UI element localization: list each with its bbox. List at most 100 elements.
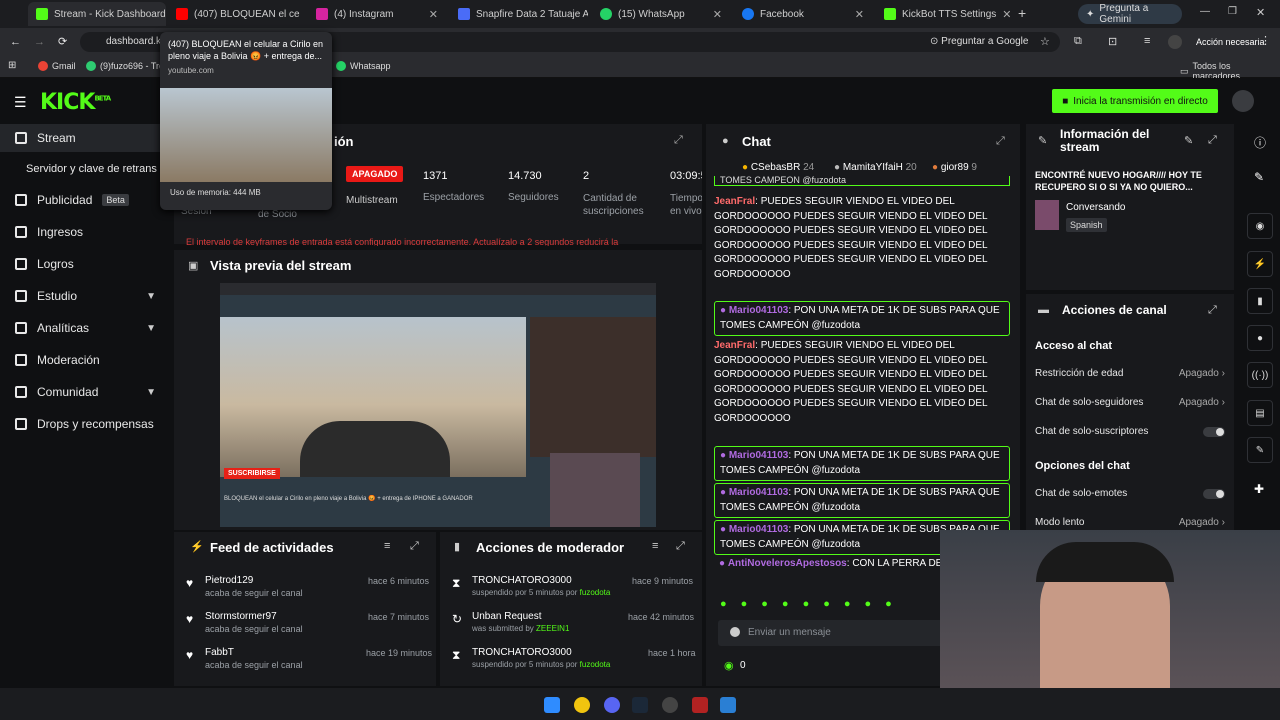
emoji-icon[interactable] (730, 627, 740, 637)
chat-message-highlighted[interactable]: ● Mario041103: PON UNA META DE 1K DE SUB… (714, 301, 1010, 336)
sidebar-item-ads[interactable]: Publicidad Beta (0, 186, 168, 214)
forward-icon[interactable]: → (34, 36, 45, 48)
sidebar-item-drops[interactable]: Drops y recompensas (0, 410, 168, 438)
sidebar-item-moderation[interactable]: Moderación (0, 346, 168, 374)
sidebar-item-stream[interactable]: Stream (0, 124, 168, 152)
settings-app-icon[interactable] (662, 697, 678, 713)
gemini-button[interactable]: ✦ Pregunta a Gemini (1078, 3, 1182, 25)
chrome-icon[interactable] (574, 697, 590, 713)
reload-icon[interactable]: ⟳ (58, 35, 67, 48)
back-icon[interactable]: ← (10, 36, 21, 48)
close-tab-icon[interactable]: ✕ (855, 8, 864, 21)
keyframe-warning: El intervalo de keyframes de entrada est… (186, 238, 619, 246)
subs-only-setting[interactable]: Chat de solo-suscriptores (1035, 426, 1225, 437)
filter-icon[interactable]: ≡ (384, 540, 390, 552)
chat-message[interactable]: JeanFral: PUEDES SEGUIR VIENDO EL VIDEO … (714, 195, 1010, 295)
emotes-only-setting[interactable]: Chat de solo-emotes (1035, 488, 1225, 499)
close-tab-icon[interactable]: ✕ (429, 8, 438, 21)
subs-label: Cantidad de suscripciones (583, 193, 644, 217)
subs-only-toggle[interactable] (1203, 427, 1225, 437)
trash-tool-icon[interactable]: ▮ (1247, 288, 1273, 314)
action-required-button[interactable]: Acción necesaria (1196, 37, 1265, 47)
filter-icon[interactable]: ≡ (652, 540, 658, 552)
tab-kickbot[interactable]: KickBot TTS Settings ✕ (876, 2, 1014, 26)
bookmark-trovo[interactable]: (9)fuzo696 - Trov (86, 61, 169, 71)
chat-message[interactable]: JeanFral: PUEDES SEGUIR VIENDO EL VIDEO … (714, 339, 1010, 439)
chat-message-highlighted[interactable]: ● Mario041103: PON UNA META DE 1K DE SUB… (714, 446, 1010, 481)
close-window-icon[interactable]: ✕ (1256, 6, 1265, 19)
points-icon[interactable]: ◉ (724, 659, 734, 672)
mod-by: fuzodota (579, 660, 611, 669)
puzzle-icon[interactable]: ✚ (1254, 482, 1264, 496)
popout-icon[interactable]: ⤢ (1208, 134, 1217, 147)
wrench-tool-icon[interactable]: ✎ (1247, 437, 1273, 463)
hover-card-thumbnail (160, 88, 332, 182)
chevron-down-icon: ▼ (146, 322, 156, 334)
kick-favicon-icon (36, 8, 48, 20)
emote-bar[interactable]: ●●●●●●●●● (720, 598, 946, 612)
ask-google-button[interactable]: ⊙ Preguntar a Google (930, 36, 1028, 47)
edit-icon[interactable]: ✎ (1184, 134, 1193, 147)
profile-avatar[interactable] (1168, 35, 1182, 49)
sidebar-item-server-key[interactable]: Servidor y clave de retrans (0, 155, 168, 183)
screenshot-icon[interactable]: ⊡ (1108, 35, 1117, 48)
chat-input[interactable]: Enviar un mensaje (718, 620, 948, 646)
emotes-only-toggle[interactable] (1203, 489, 1225, 499)
activity-action: acaba de seguir el canal (205, 588, 303, 598)
tab-youtube[interactable]: (407) BLOQUEAN el ce✕ (168, 2, 306, 26)
sidebar-item-revenue[interactable]: Ingresos (0, 218, 168, 246)
menu-dots-icon[interactable]: ⋮ (1260, 34, 1271, 47)
sidebar-item-achievements[interactable]: Logros (0, 250, 168, 278)
pencil-icon[interactable]: ✎ (1254, 170, 1264, 184)
tab-instagram[interactable]: (4) Instagram ✕ (308, 2, 446, 26)
preview-browser-bar (220, 283, 656, 295)
popout-icon[interactable]: ⤢ (410, 540, 419, 553)
hourglass-icon: ⧗ (452, 648, 461, 662)
sidebar-item-community[interactable]: Comunidad ▼ (0, 378, 168, 406)
followers-value: 14.730 (508, 170, 542, 182)
bookmark-whatsapp[interactable]: Whatsapp (336, 61, 391, 71)
media-icon[interactable]: ≡ (1144, 35, 1150, 47)
discord-icon[interactable] (604, 697, 620, 713)
apps-grid-icon[interactable]: ⊞ (8, 60, 16, 71)
bookmark-gmail[interactable]: Gmail (38, 61, 76, 71)
steam-icon[interactable] (632, 697, 648, 713)
bookmark-star-icon[interactable]: ☆ (1040, 35, 1050, 48)
popout-icon[interactable]: ⤢ (996, 135, 1005, 148)
app-icon[interactable] (692, 697, 708, 713)
popout-icon[interactable]: ⤢ (674, 134, 683, 147)
info-icon[interactable]: ⓘ (1254, 134, 1266, 151)
minimize-icon[interactable]: — (1200, 6, 1210, 17)
go-live-button[interactable]: ■ Inicia la transmisión en directo (1052, 89, 1218, 113)
sidebar-item-studio[interactable]: Estudio ▼ (0, 282, 168, 310)
popout-icon[interactable]: ⤢ (1208, 304, 1217, 317)
extensions-icon[interactable]: ⧉ (1074, 35, 1082, 48)
maximize-icon[interactable]: ❐ (1228, 6, 1237, 17)
slow-mode-setting[interactable]: Modo lento Apagado › (1035, 517, 1225, 529)
chat-tool-icon[interactable]: ● (1247, 325, 1273, 351)
tab-snapfire[interactable]: Snapfire Data 2 Tatuaje Ac✕ (450, 2, 588, 26)
close-tab-icon[interactable]: ✕ (1002, 8, 1011, 21)
windows-start-icon[interactable] (544, 697, 560, 713)
tab-hover-card: (407) BLOQUEAN el celular a Cirilo en pl… (160, 32, 332, 210)
tab-whatsapp[interactable]: (15) WhatsApp ✕ (592, 2, 730, 26)
sidebar-item-analytics[interactable]: Analíticas ▼ (0, 314, 168, 342)
viewers-label: Espectadores (423, 192, 485, 203)
notes-app-icon[interactable] (720, 697, 736, 713)
close-tab-icon[interactable]: ✕ (713, 8, 722, 21)
camera-tool-icon[interactable]: ◉ (1247, 213, 1273, 239)
popout-icon[interactable]: ⤢ (676, 540, 685, 553)
broadcast-tool-icon[interactable]: ((·)) (1247, 362, 1273, 388)
hamburger-menu-icon[interactable]: ☰ (14, 94, 27, 111)
tab-facebook[interactable]: Facebook ✕ (734, 2, 872, 26)
age-restriction-setting[interactable]: Restricción de edad Apagado › (1035, 368, 1225, 379)
bolt-tool-icon[interactable]: ⚡ (1247, 251, 1273, 277)
followers-only-setting[interactable]: Chat de solo-seguidores Apagado › (1035, 397, 1225, 408)
user-avatar[interactable] (1232, 90, 1254, 112)
server-tool-icon[interactable]: ▤ (1247, 400, 1273, 426)
kick-logo[interactable]: KICKBETA (40, 90, 111, 115)
tab-kick-dashboard[interactable]: Stream - Kick Dashboard✕ (28, 2, 166, 26)
new-tab-icon[interactable]: + (1018, 5, 1026, 21)
stream-preview-video[interactable]: SUSCRIBIRSE BLOQUEAN el celular a Cirilo… (220, 283, 656, 527)
chat-message-highlighted[interactable]: ● Mario041103: PON UNA META DE 1K DE SUB… (714, 483, 1010, 518)
